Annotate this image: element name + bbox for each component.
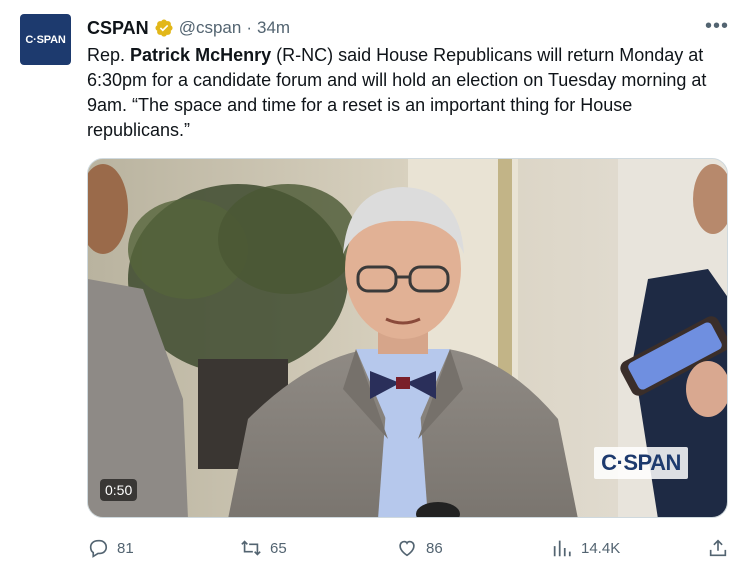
tweet-text-prefix: Rep. xyxy=(87,45,131,65)
mentioned-person: Patrick McHenry xyxy=(130,45,272,65)
timestamp[interactable]: 34m xyxy=(257,18,290,38)
view-count: 14.4K xyxy=(581,539,621,557)
user-handle[interactable]: @cspan xyxy=(179,18,242,38)
video-duration: 0:50 xyxy=(100,479,138,501)
tweet-header: CSPAN @cspan · 34m xyxy=(87,17,290,39)
share-icon xyxy=(709,539,727,557)
tweet-card[interactable]: C·SPAN CSPAN @cspan · 34m ••• Rep. Patri… xyxy=(0,0,751,580)
reply-icon xyxy=(89,539,108,558)
retweet-count: 65 xyxy=(270,539,287,557)
display-name[interactable]: CSPAN xyxy=(87,18,149,39)
reply-count: 81 xyxy=(117,539,134,557)
separator-dot: · xyxy=(246,18,252,37)
like-button[interactable]: 86 xyxy=(396,533,443,563)
verified-badge-icon xyxy=(155,19,173,37)
cspan-watermark-text: C·SPAN xyxy=(601,450,681,475)
share-button[interactable] xyxy=(707,533,729,563)
analytics-icon xyxy=(553,540,571,557)
cspan-watermark: C·SPAN xyxy=(594,447,688,479)
avatar-logo-text: C·SPAN xyxy=(25,33,66,46)
retweet-button[interactable]: 65 xyxy=(240,533,287,563)
more-options-icon[interactable]: ••• xyxy=(705,16,729,36)
avatar[interactable]: C·SPAN xyxy=(20,14,71,65)
like-count: 86 xyxy=(426,539,443,557)
views-button[interactable]: 14.4K xyxy=(551,533,620,563)
heart-icon xyxy=(399,540,415,557)
retweet-icon xyxy=(241,540,261,556)
reply-button[interactable]: 81 xyxy=(87,533,134,563)
tweet-text: Rep. Patrick McHenry (R-NC) said House R… xyxy=(87,43,727,143)
action-bar: 81 65 86 14.4K xyxy=(87,533,728,563)
